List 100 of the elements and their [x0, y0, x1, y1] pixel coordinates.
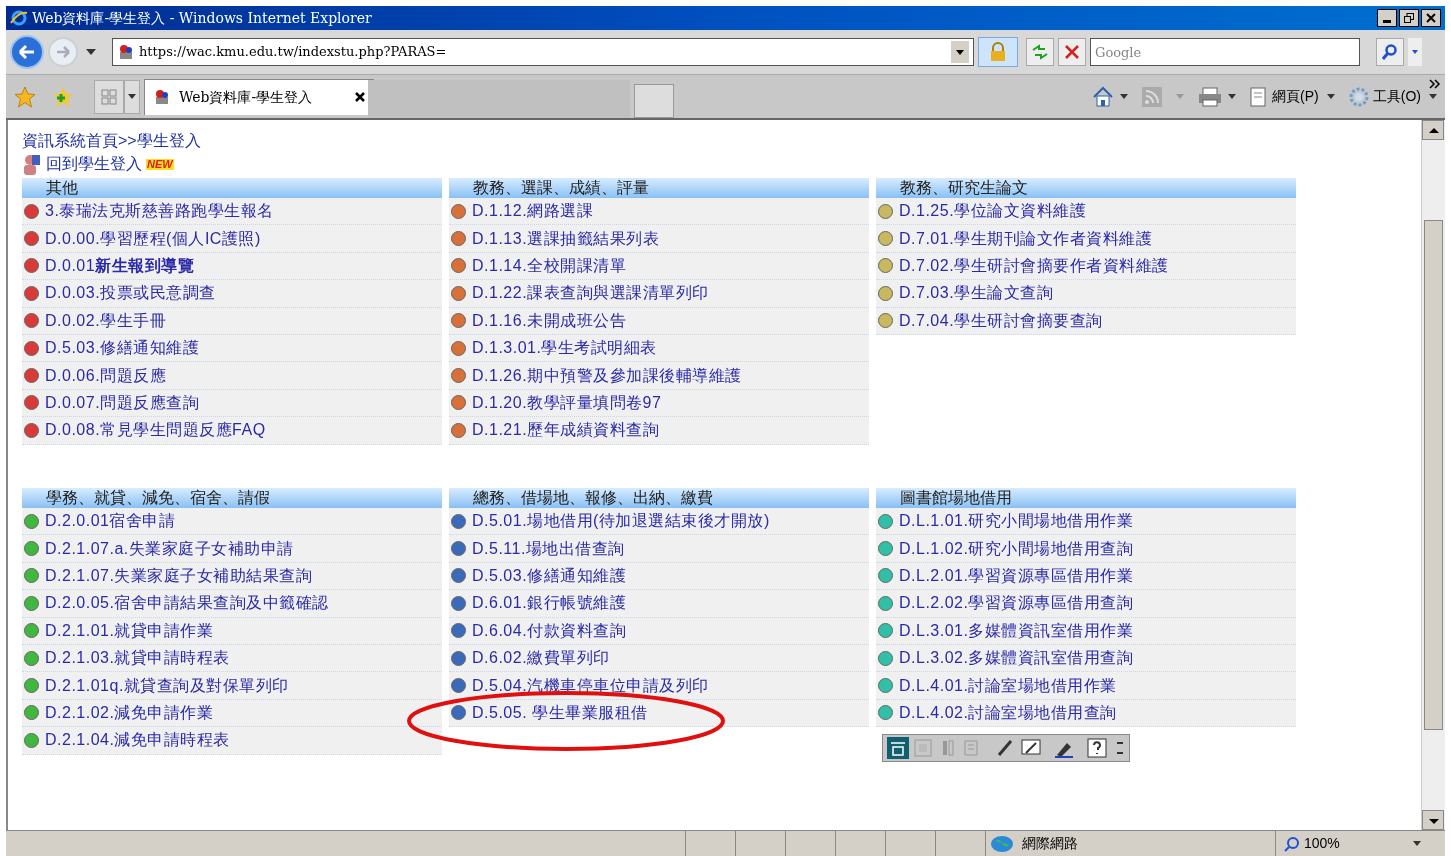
menu-link[interactable]: D.L.1.02.研究小間場地借用查詢	[899, 536, 1134, 561]
tab-menu-button[interactable]	[124, 79, 140, 114]
menu-link[interactable]: D.1.25.學位論文資料維護	[899, 199, 1087, 224]
page-icon	[117, 43, 135, 61]
menu-link[interactable]: D.1.13.選課抽籤結果列表	[472, 226, 660, 251]
menu-link[interactable]: D.L.4.01.討論室場地借用作業	[899, 673, 1117, 698]
menu-link[interactable]: D.1.14.全校開課清單	[472, 253, 627, 278]
close-tab-icon[interactable]	[355, 92, 365, 102]
menu-link[interactable]: D.2.1.02.減免申請作業	[45, 700, 214, 725]
menu-link[interactable]: D.5.11.場地出借查詢	[472, 536, 625, 561]
menu-link[interactable]: D.L.4.02.討論室場地借用查詢	[899, 700, 1117, 725]
menu-link[interactable]: D.0.03.投票或民意調查	[45, 281, 216, 306]
page-icon	[153, 88, 171, 106]
menu-link[interactable]: D.2.0.05.宿舍申請結果查詢及中籤確認	[45, 591, 329, 616]
refresh-button[interactable]	[1026, 38, 1054, 66]
menu-link[interactable]: D.1.3.01.學生考試明細表	[472, 336, 657, 361]
dropdown-icon[interactable]	[1413, 841, 1421, 846]
dropdown-icon	[128, 94, 136, 99]
dropdown-icon[interactable]	[951, 41, 969, 63]
zoom-icon	[1284, 835, 1300, 852]
menu-link[interactable]: D.0.00.學習歷程(個人IC護照)	[45, 226, 261, 251]
minimize-icon	[1383, 20, 1391, 23]
menu-link[interactable]: D.5.03.修繕通知維護	[472, 563, 627, 588]
menu-link[interactable]: D.0.07.問題反應查詢	[45, 390, 200, 415]
menu-link[interactable]: D.2.1.07.a.失業家庭子女補助申請	[45, 536, 294, 561]
scrollbar-thumb[interactable]	[1424, 220, 1443, 730]
favorites-star-icon[interactable]	[14, 85, 36, 108]
menu-link[interactable]: D.7.02.學生研討會摘要作者資料維護	[899, 253, 1169, 278]
dropdown-icon	[1429, 94, 1437, 99]
menu-link[interactable]: D.2.1.07.失業家庭子女補助結果查詢	[45, 563, 313, 588]
home-icon[interactable]	[1092, 85, 1115, 108]
menu-link[interactable]: D.2.1.01.就貸申請作業	[45, 618, 214, 643]
back-to-login-link[interactable]: 回到學生登入	[46, 152, 142, 176]
menu-link[interactable]: D.2.1.04.減免申請時程表	[45, 728, 230, 753]
forward-arrow-icon	[55, 45, 71, 59]
command-menu-button[interactable]: 網頁(P)	[1250, 86, 1335, 107]
new-badge: NEW	[146, 159, 174, 170]
menu-link[interactable]: D.7.01.學生期刊論文作者資料維護	[899, 226, 1153, 251]
search-icon	[1382, 44, 1398, 60]
dropdown-icon[interactable]	[86, 49, 96, 55]
close-button[interactable]	[1421, 9, 1441, 27]
settings-icon	[1348, 86, 1369, 107]
scroll-down-icon[interactable]	[1422, 810, 1444, 830]
menu-link[interactable]: D.6.04.付款資料查詢	[472, 618, 627, 643]
address-field[interactable]: https://wac.kmu.edu.tw/indexstu.php?PARAS=	[112, 38, 974, 66]
menu-link[interactable]: D.6.02.繳費單列印	[472, 646, 610, 671]
menu-link[interactable]: D.2.1.01q.就貸查詢及對保單列印	[45, 673, 289, 698]
menu-link[interactable]: D.5.01.場地借用(待加退選結束後才開放)	[472, 509, 770, 534]
chevron-icon[interactable]	[1429, 79, 1441, 89]
scroll-up-icon[interactable]	[1422, 120, 1444, 140]
section-header: 教務、研究生論文	[876, 178, 1296, 198]
menu-link[interactable]: D.L.1.01.研究小間場地借用作業	[899, 509, 1134, 534]
dropdown-icon[interactable]	[1228, 94, 1237, 99]
menu-link[interactable]: D.L.2.01.學習資源專區借用作業	[899, 563, 1134, 588]
menu-link[interactable]: D.0.01新生報到導覽	[45, 253, 195, 278]
security-lock-button[interactable]	[978, 37, 1018, 67]
stop-button[interactable]	[1058, 38, 1086, 66]
section-header: 其他	[22, 178, 442, 198]
stop-icon	[1065, 45, 1079, 59]
page-icon	[1250, 86, 1269, 107]
section-header: 學務、就貸、減免、宿舍、請假	[22, 488, 442, 508]
menu-link[interactable]: D.L.2.02.學習資源專區借用查詢	[899, 591, 1134, 616]
menu-link[interactable]: D.0.02.學生手冊	[45, 308, 167, 333]
menu-link[interactable]: D.1.22.課表查詢與選課清單列印	[472, 281, 709, 306]
printer-icon[interactable]	[1198, 86, 1223, 107]
menu-link[interactable]: D.1.21.歷年成績資料查詢	[472, 418, 660, 443]
search-button[interactable]	[1376, 38, 1404, 66]
menu-link[interactable]: D.5.03.修繕通知維護	[45, 336, 200, 361]
refresh-icon	[1031, 44, 1049, 60]
menu-link[interactable]: D.1.16.未開成班公告	[472, 308, 627, 333]
browser-tab[interactable]: Web資料庫-學生登入	[144, 78, 374, 115]
menu-link[interactable]: D.0.06.問題反應	[45, 363, 167, 388]
help-icon[interactable]	[1086, 737, 1108, 759]
zoom-level[interactable]: 100%	[1304, 833, 1340, 854]
menu-link[interactable]: D.0.08.常見學生問題反應FAQ	[45, 418, 266, 443]
dropdown-icon[interactable]	[1120, 94, 1129, 99]
menu-link[interactable]: D.7.03.學生論文查詢	[899, 281, 1054, 306]
menu-link[interactable]: 3.泰瑞法克斯慈善路跑學生報名	[45, 199, 274, 224]
menu-link[interactable]: D.1.20.教學評量填問卷97	[472, 390, 662, 415]
command-menu-button[interactable]: 工具(O)	[1348, 86, 1437, 107]
search-field[interactable]: Google	[1090, 38, 1360, 66]
menu-link[interactable]: D.1.12.網路選課	[472, 199, 594, 224]
menu-link[interactable]: D.2.1.03.就貸申請時程表	[45, 646, 230, 671]
menu-link[interactable]: D.L.3.01.多媒體資訊室借用作業	[899, 618, 1134, 643]
section-header: 總務、借場地、報修、出納、繳費	[449, 488, 869, 508]
grid-icon	[101, 88, 117, 105]
user-icon	[22, 154, 42, 176]
minimize-button[interactable]	[1377, 9, 1397, 27]
restore-button[interactable]	[1399, 9, 1419, 27]
back-button[interactable]	[10, 35, 44, 69]
breadcrumb: 資訊系統首頁>>學生登入	[22, 131, 202, 151]
menu-link[interactable]: D.L.3.02.多媒體資訊室借用查詢	[899, 646, 1134, 671]
toolbar-icon[interactable]	[887, 737, 909, 759]
menu-link[interactable]: D.2.0.01宿舍申請	[45, 509, 176, 534]
section-header: 圖書館場地借用	[876, 488, 1296, 508]
section-header: 教務、選課、成績、評量	[449, 178, 869, 198]
scrollbar[interactable]	[1421, 120, 1445, 830]
menu-link[interactable]: D.1.26.期中預警及參加課後輔導維護	[472, 363, 742, 388]
menu-link[interactable]: D.7.04.學生研討會摘要查詢	[899, 308, 1103, 333]
menu-link[interactable]: D.6.01.銀行帳號維護	[472, 591, 627, 616]
